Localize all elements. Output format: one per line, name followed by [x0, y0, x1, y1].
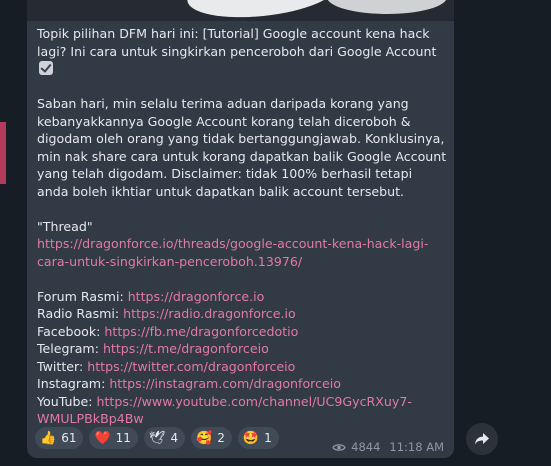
link-label: YouTube:: [37, 393, 97, 409]
message-intro: Topik pilihan DFM hari ini: [Tutorial] G…: [37, 25, 447, 78]
thumbs-up-icon: 👍: [40, 430, 57, 446]
reaction-star-struck[interactable]: 🤩 1: [237, 427, 279, 449]
image-content: [327, 0, 447, 14]
link-label: Twitter:: [37, 358, 88, 374]
reactions-bar: 👍 61 ❤️ 11 🕊 4 🥰 2 🤩 1: [35, 427, 279, 449]
link-label: Radio Rasmi:: [37, 306, 124, 321]
thread-label: "Thread": [37, 218, 93, 234]
star-struck-icon: 🤩: [242, 430, 260, 446]
twitter-link[interactable]: https://twitter.com/dragonforceio: [87, 359, 295, 374]
reaction-thumbs-up[interactable]: 👍 61: [35, 427, 84, 449]
facebook-link[interactable]: https://fb.me/dragonforcedotio: [104, 324, 298, 339]
link-label: Forum Rasmi:: [37, 288, 128, 304]
reaction-count: 61: [61, 431, 77, 445]
dove-icon: 🕊: [148, 430, 166, 446]
forward-arrow-icon: [475, 433, 489, 445]
message-bubble: Topik pilihan DFM hari ini: [Tutorial] G…: [27, 21, 454, 458]
link-label: Instagram:: [37, 376, 110, 391]
instagram-link[interactable]: https://instagram.com/dragonforceio: [109, 376, 341, 391]
message-meta: 4844 11:18 AM: [332, 440, 444, 454]
eye-icon: [332, 443, 346, 451]
share-button[interactable]: [466, 423, 498, 455]
heart-icon: ❤️: [94, 430, 111, 446]
message-text: Topik pilihan DFM hari ini: [Tutorial] G…: [37, 25, 447, 428]
smiling-face-hearts-icon: 🥰: [196, 430, 213, 446]
link-row-forum: Forum Rasmi: https://dragonforce.io: [37, 288, 447, 306]
link-row-instagram: Instagram: https://instagram.com/dragonf…: [37, 375, 447, 393]
radio-link[interactable]: https://radio.dragonforce.io: [123, 306, 296, 321]
reaction-smiling-hearts[interactable]: 🥰 2: [191, 427, 232, 449]
message-time: 11:18 AM: [389, 440, 444, 454]
reaction-dove[interactable]: 🕊 4: [143, 427, 186, 449]
view-count: 4844: [351, 440, 381, 454]
message-image-preview[interactable]: [27, 0, 454, 21]
telegram-link[interactable]: https://t.me/dragonforceio: [103, 341, 269, 356]
intro-text: Topik pilihan DFM hari ini: [Tutorial] G…: [37, 26, 437, 59]
thread-link[interactable]: https://dragonforce.io/threads/google-ac…: [37, 235, 447, 270]
reaction-heart[interactable]: ❤️ 11: [89, 427, 138, 449]
reaction-count: 2: [217, 431, 225, 445]
link-label: Facebook:: [37, 323, 105, 339]
reaction-count: 1: [264, 431, 272, 445]
link-row-facebook: Facebook: https://fb.me/dragonforcedotio: [37, 323, 447, 341]
link-row-telegram: Telegram: https://t.me/dragonforceio: [37, 340, 447, 358]
forum-link[interactable]: https://dragonforce.io: [128, 289, 265, 304]
reaction-count: 4: [170, 431, 179, 445]
image-content: [185, 0, 339, 21]
link-label: Telegram:: [37, 341, 103, 356]
link-row-radio: Radio Rasmi: https://radio.dragonforce.i…: [37, 305, 447, 323]
check-mark-icon: [39, 61, 53, 75]
reaction-count: 11: [115, 431, 131, 445]
chat-list-edge-highlight: [0, 122, 6, 184]
link-row-twitter: Twitter: https://twitter.com/dragonforce…: [37, 358, 447, 376]
link-row-youtube: YouTube: https://www.youtube.com/channel…: [37, 393, 447, 428]
message-body: Saban hari, min selalu terima aduan dari…: [37, 96, 451, 199]
